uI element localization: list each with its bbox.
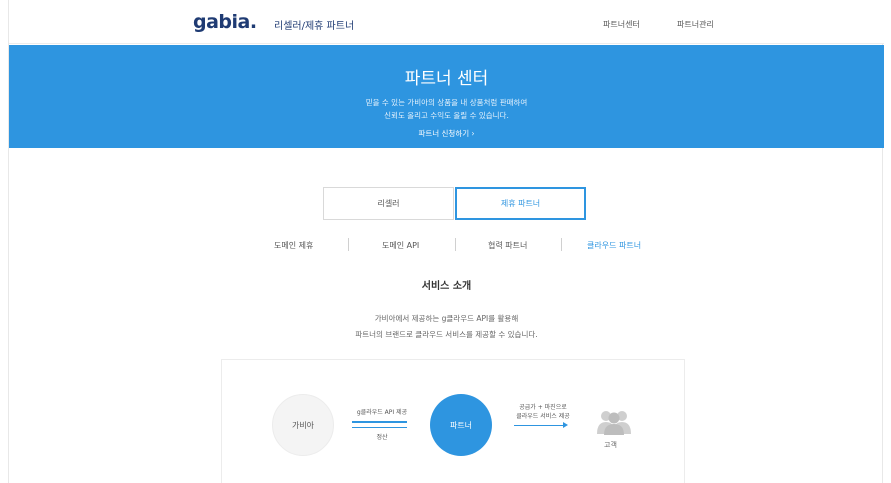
- arrow-settlement: [352, 427, 407, 428]
- subnav-domain-api[interactable]: 도메인 API: [382, 240, 419, 251]
- partner-apply-link[interactable]: 파트너 신청하기 ›: [9, 128, 884, 139]
- tab-affiliate-partner[interactable]: 제휴 파트너: [455, 187, 586, 220]
- subnav-divider: [348, 238, 349, 251]
- section-desc-line-1: 가비아에서 제공하는 g클라우드 API를 활용해: [374, 314, 519, 323]
- subnav-domain-affiliate[interactable]: 도메인 제휴: [274, 240, 313, 251]
- subnav-cloud-partner[interactable]: 클라우드 파트너: [587, 240, 641, 251]
- banner-desc-line-2: 신뢰도 올리고 수익도 올릴 수 있습니다.: [384, 111, 509, 120]
- customer-group-icon: [597, 411, 631, 435]
- section-desc-line-2: 파트너의 브랜드로 클라우드 서비스를 제공할 수 있습니다.: [355, 330, 538, 339]
- arrow-service-provide: [514, 425, 564, 426]
- arrow-head-icon: [563, 422, 568, 428]
- section-title: 서비스 소개: [421, 281, 472, 292]
- flow-settlement-label: 정산: [376, 434, 388, 441]
- banner-description: 믿을 수 있는 가비아의 상품을 내 상품처럼 판매하여 신뢰도 올리고 수익도…: [9, 96, 884, 122]
- top-header: gabia. 리셀러/제휴 파트너 파트너센터 파트너관리: [9, 0, 884, 44]
- node-partner-label: 파트너: [449, 420, 473, 430]
- banner-title: 파트너 센터: [404, 69, 489, 89]
- flow-service-line-2: 클라우드 서비스 제공: [516, 413, 570, 420]
- node-gabia-label: 가비아: [291, 420, 315, 430]
- section-description: 가비아에서 제공하는 g클라우드 API를 활용해 파트너의 브랜드로 클라우드…: [9, 311, 884, 343]
- flow-api-label: g클라우드 API 제공: [356, 409, 408, 416]
- diagram-node-gabia: 가비아: [272, 394, 334, 456]
- hero-banner: 파트너 센터 믿을 수 있는 가비아의 상품을 내 상품처럼 판매하여 신뢰도 …: [9, 45, 884, 148]
- banner-desc-line-1: 믿을 수 있는 가비아의 상품을 내 상품처럼 판매하여: [365, 98, 528, 107]
- flow-service-label: 공급가 + 마진으로 클라우드 서비스 제공: [508, 403, 578, 421]
- gabia-logo[interactable]: gabia.: [193, 11, 257, 33]
- diagram-node-partner: 파트너: [430, 394, 492, 456]
- customer-label: 고객: [604, 441, 617, 449]
- flow-service-line-1: 공급가 + 마진으로: [519, 404, 567, 411]
- subnav-cooperation-partner[interactable]: 협력 파트너: [488, 240, 527, 251]
- partner-center-link[interactable]: 파트너센터: [603, 19, 640, 30]
- page-frame: gabia. 리셀러/제휴 파트너 파트너센터 파트너관리 파트너 센터 믿을 …: [8, 0, 884, 483]
- subnav-divider: [455, 238, 456, 251]
- arrow-api-provide: [352, 421, 407, 423]
- subnav-divider: [561, 238, 562, 251]
- logo-subtitle: 리셀러/제휴 파트너: [274, 21, 355, 32]
- partner-management-link[interactable]: 파트너관리: [677, 19, 714, 30]
- tab-reseller[interactable]: 리셀러: [323, 187, 454, 220]
